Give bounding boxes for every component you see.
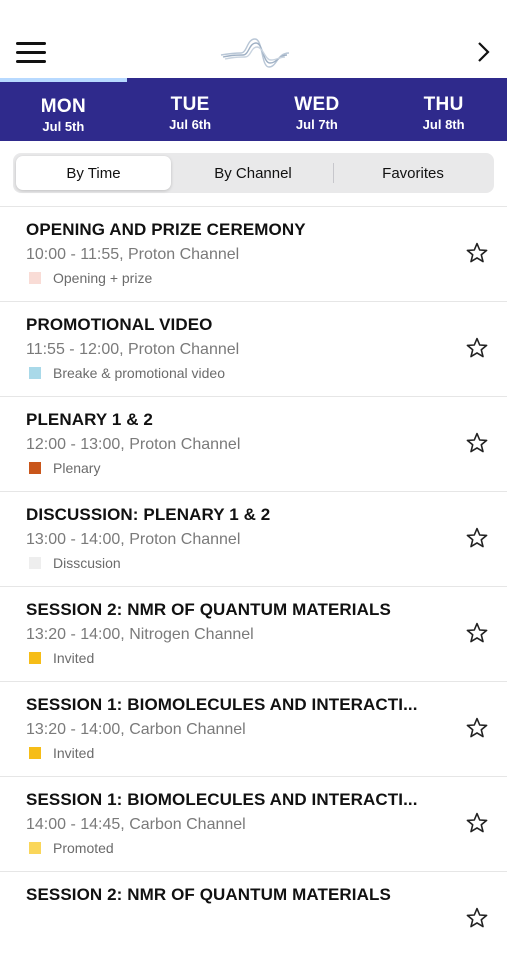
- session-tag-label: Opening + prize: [53, 270, 153, 286]
- session-row[interactable]: SESSION 2: NMR OF QUANTUM MATERIALS 13:20…: [0, 586, 507, 681]
- session-time: 14:00 - 14:45, Carbon Channel: [26, 816, 246, 833]
- day-name: MON: [40, 96, 86, 117]
- session-tag-label: Breake & promotional video: [53, 365, 225, 381]
- chevron-right-icon[interactable]: [473, 40, 493, 64]
- favorite-star-icon[interactable]: [465, 526, 489, 550]
- tag-color-swatch: [29, 652, 41, 664]
- top-bar: [0, 0, 507, 80]
- session-time: 13:00 - 14:00, Proton Channel: [26, 531, 241, 548]
- session-tag-label: Plenary: [53, 460, 101, 476]
- session-time: 12:00 - 13:00, Proton Channel: [26, 436, 241, 453]
- tag-color-swatch: [29, 557, 41, 569]
- favorite-star-icon[interactable]: [465, 336, 489, 360]
- wave-logo-icon: [220, 38, 290, 68]
- session-row[interactable]: PLENARY 1 & 2 12:00 - 13:00, Proton Chann…: [0, 396, 507, 491]
- session-tag-label: Invited: [53, 650, 95, 666]
- session-title: DISCUSSION: PLENARY 1 & 2: [26, 505, 271, 524]
- favorite-star-icon[interactable]: [465, 811, 489, 835]
- session-tag-label: Invited: [53, 745, 95, 761]
- session-title: SESSION 2: NMR OF QUANTUM MATERIALS: [26, 885, 391, 904]
- session-row[interactable]: PROMOTIONAL VIDEO 11:55 - 12:00, Proton C…: [0, 301, 507, 396]
- day-date: Jul 7th: [295, 117, 338, 132]
- day-tabs: MON Jul 5th TUE Jul 6th WED Jul 7th THU …: [0, 82, 507, 141]
- day-date: Jul 5th: [42, 119, 85, 134]
- session-time: 13:20 - 14:00, Carbon Channel: [26, 721, 246, 738]
- favorite-star-icon[interactable]: [465, 431, 489, 455]
- tag-color-swatch: [29, 462, 41, 474]
- session-title: SESSION 1: BIOMOLECULES AND INTERACTI...: [26, 790, 418, 809]
- day-name: THU: [423, 94, 464, 115]
- session-row[interactable]: SESSION 2: NMR OF QUANTUM MATERIALS: [0, 871, 507, 966]
- day-date: Jul 8th: [422, 117, 465, 132]
- tab-day-wed[interactable]: WED Jul 7th: [254, 82, 381, 141]
- session-time: 13:20 - 14:00, Nitrogen Channel: [26, 626, 254, 643]
- segment-by-time[interactable]: By Time: [16, 156, 171, 190]
- tag-color-swatch: [29, 747, 41, 759]
- session-row[interactable]: OPENING AND PRIZE CEREMONY 10:00 - 11:55,…: [0, 206, 507, 301]
- session-title: PROMOTIONAL VIDEO: [26, 315, 213, 334]
- day-date: Jul 6th: [169, 117, 212, 132]
- segment-divider: [333, 163, 334, 183]
- session-time: 11:55 - 12:00, Proton Channel: [26, 341, 240, 358]
- session-tag: Disscusion: [29, 555, 121, 571]
- favorite-star-icon[interactable]: [465, 906, 489, 930]
- session-title: SESSION 2: NMR OF QUANTUM MATERIALS: [26, 600, 391, 619]
- session-tag: Invited: [29, 745, 94, 761]
- tag-color-swatch: [29, 367, 41, 379]
- tag-color-swatch: [29, 272, 41, 284]
- session-tag: Plenary: [29, 460, 100, 476]
- session-title: OPENING AND PRIZE CEREMONY: [26, 220, 306, 239]
- session-tag: Breake & promotional video: [29, 365, 225, 381]
- session-row[interactable]: DISCUSSION: PLENARY 1 & 2 13:00 - 14:00, …: [0, 491, 507, 586]
- session-list: OPENING AND PRIZE CEREMONY 10:00 - 11:55,…: [0, 206, 507, 966]
- tab-day-mon[interactable]: MON Jul 5th: [0, 82, 127, 141]
- session-row[interactable]: SESSION 1: BIOMOLECULES AND INTERACTI...…: [0, 681, 507, 776]
- session-row[interactable]: SESSION 1: BIOMOLECULES AND INTERACTI...…: [0, 776, 507, 871]
- session-title: SESSION 1: BIOMOLECULES AND INTERACTI...: [26, 695, 418, 714]
- session-tag: Promoted: [29, 840, 114, 856]
- view-segmented-control: By Time By Channel Favorites: [13, 153, 494, 193]
- day-name: WED: [294, 94, 340, 115]
- tag-color-swatch: [29, 842, 41, 854]
- segment-favorites[interactable]: Favorites: [335, 156, 491, 190]
- segment-by-channel[interactable]: By Channel: [175, 156, 331, 190]
- tab-day-tue[interactable]: TUE Jul 6th: [127, 82, 254, 141]
- favorite-star-icon[interactable]: [465, 241, 489, 265]
- session-title: PLENARY 1 & 2: [26, 410, 153, 429]
- session-tag-label: Promoted: [53, 840, 114, 856]
- hamburger-icon[interactable]: [16, 42, 46, 64]
- favorite-star-icon[interactable]: [465, 716, 489, 740]
- tab-day-thu[interactable]: THU Jul 8th: [380, 82, 507, 141]
- session-tag: Invited: [29, 650, 94, 666]
- session-time: 10:00 - 11:55, Proton Channel: [26, 246, 240, 263]
- favorite-star-icon[interactable]: [465, 621, 489, 645]
- day-name: TUE: [170, 94, 210, 115]
- session-tag: Opening + prize: [29, 270, 152, 286]
- session-tag-label: Disscusion: [53, 555, 121, 571]
